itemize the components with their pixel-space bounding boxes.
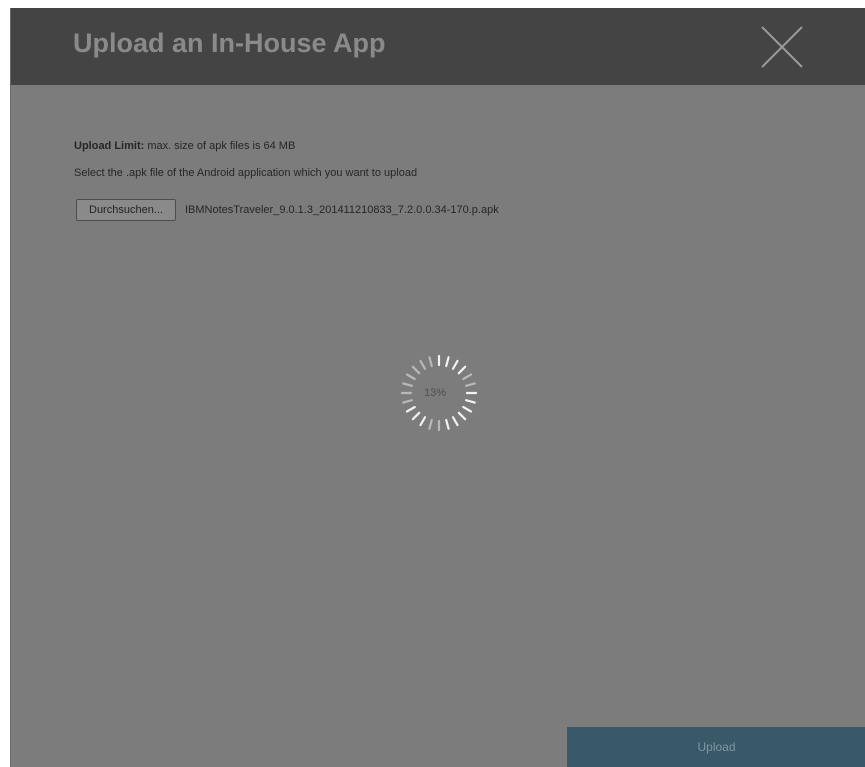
upload-button[interactable]: Upload [567, 727, 865, 767]
upload-limit-text: max. size of apk files is 64 MB [147, 140, 296, 152]
dialog-body: Upload Limit: max. size of apk files is … [11, 85, 865, 767]
selected-file-name: IBMNotesTraveler_9.0.1.3_201411210833_7.… [184, 204, 499, 216]
upload-instruction: Select the .apk file of the Android appl… [74, 167, 418, 179]
upload-app-dialog: Upload an In-House App Upload Limit: max… [10, 8, 865, 767]
upload-progress-spinner: 13% [399, 353, 479, 433]
dialog-titlebar: Upload an In-House App [11, 8, 865, 85]
dialog-title: Upload an In-House App [73, 28, 386, 58]
browse-button[interactable]: Durchsuchen... [76, 199, 176, 221]
file-input-row: Durchsuchen... IBMNotesTraveler_9.0.1.3_… [76, 199, 499, 221]
close-x-icon [761, 26, 803, 68]
upload-limit-line: Upload Limit: max. size of apk files is … [74, 140, 295, 152]
progress-percent: 13% [423, 387, 447, 399]
upload-limit-label: Upload Limit: [74, 140, 145, 152]
close-button[interactable] [759, 24, 805, 70]
